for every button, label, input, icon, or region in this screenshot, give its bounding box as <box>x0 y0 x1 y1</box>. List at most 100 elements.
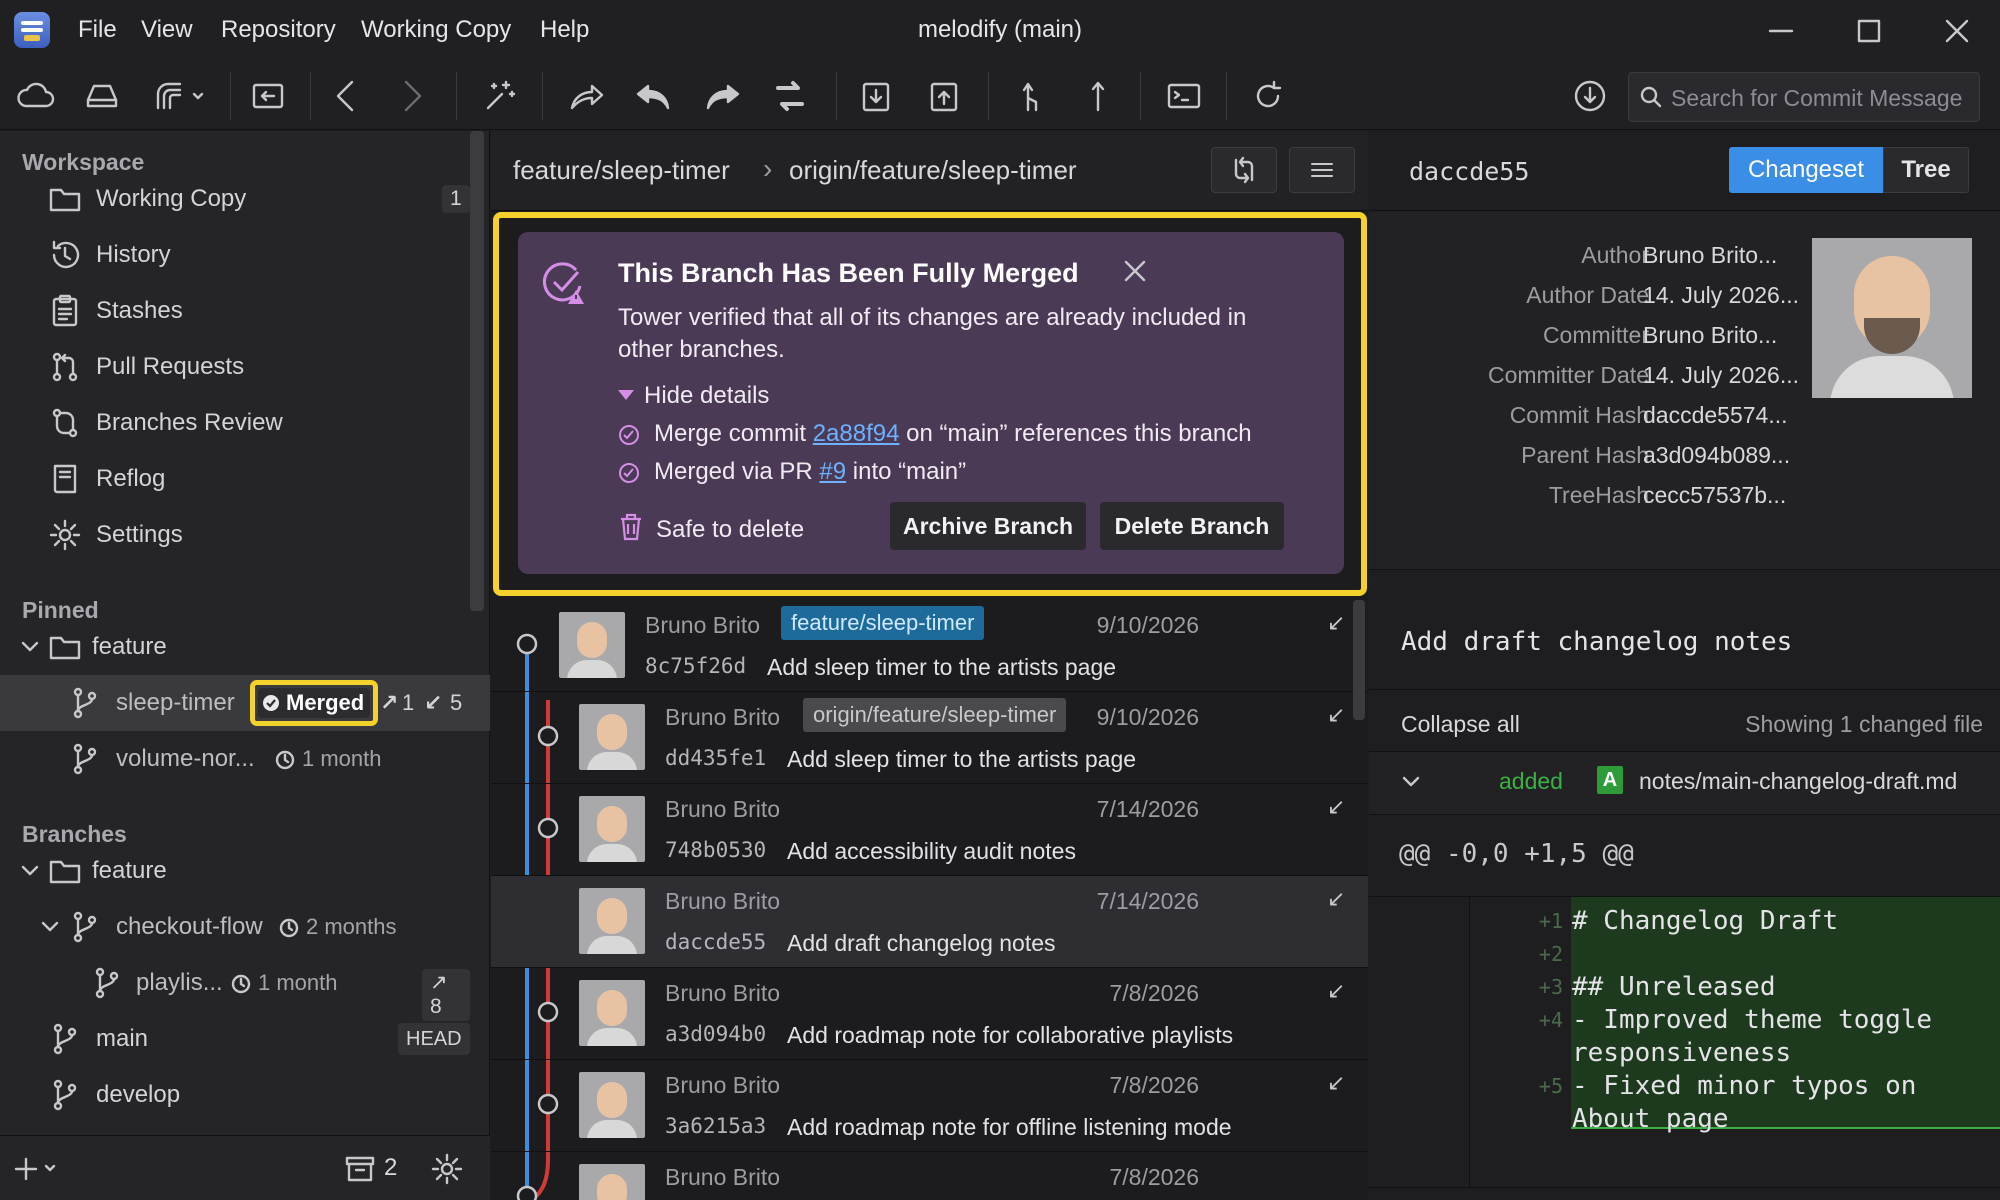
meta-label: Commit Hash <box>1509 402 1649 428</box>
merge-commit-text: Merge commit 2a88f94 on “main” reference… <box>654 420 1252 448</box>
commit-row-selected[interactable]: Bruno Brito 7/14/2026 ↙ daccde55 Add dra… <box>491 876 1368 968</box>
branch-item-main[interactable]: main HEAD <box>0 1011 470 1067</box>
file-header[interactable]: added A notes/main-changelog-draft.md <box>1369 752 2000 814</box>
sidebar-item-label: Settings <box>96 521 183 548</box>
commit-row[interactable]: Bruno Brito 7/8/2026 <box>491 1152 1368 1200</box>
toolbar: Search for Commit Message <box>0 62 2000 130</box>
forward-icon[interactable] <box>392 76 432 116</box>
meta-value: cecc57537b... <box>1643 482 1787 508</box>
branch-item-develop[interactable]: develop <box>0 1067 470 1123</box>
branch-item-volume-normalization[interactable]: volume-nor... 1 month <box>0 731 470 787</box>
services-menu-icon[interactable] <box>150 76 210 116</box>
sidebar-item-settings[interactable]: Settings <box>0 507 470 563</box>
commit-hash: a3d094b0 <box>665 1022 767 1046</box>
redo-icon[interactable] <box>702 76 742 116</box>
magic-icon[interactable] <box>480 76 520 116</box>
commit-row[interactable]: Bruno Brito 7/8/2026 ↙ 3a6215a3 Add road… <box>491 1060 1368 1152</box>
archive-icon[interactable] <box>344 1154 376 1184</box>
line-number: +1 <box>1538 909 1563 933</box>
tab-tree[interactable]: Tree <box>1883 147 1969 193</box>
close-window-icon[interactable] <box>1944 18 1970 44</box>
gear-icon[interactable] <box>430 1152 464 1186</box>
commit-row[interactable]: Bruno Brito feature/sleep-timer 9/10/202… <box>491 600 1368 692</box>
archive-branch-button[interactable]: Archive Branch <box>890 502 1086 550</box>
diff-line: ## Unreleased <box>1572 972 1776 1002</box>
sidebar-item-pull-requests[interactable]: Pull Requests <box>0 339 470 395</box>
merged-pr-check: Merged via PR #9 into “main” <box>618 456 1318 490</box>
pop-stash-icon[interactable] <box>924 76 964 116</box>
close-icon[interactable] <box>1122 258 1148 284</box>
download-icon[interactable] <box>1570 76 1610 116</box>
commit-row[interactable]: Bruno Brito 7/8/2026 ↙ a3d094b0 Add road… <box>491 968 1368 1060</box>
compare-button[interactable] <box>1211 147 1277 193</box>
sidebar-scrollbar[interactable] <box>470 131 484 611</box>
file-path[interactable]: notes/main-changelog-draft.md <box>1639 768 1957 795</box>
change-count-badge: 1 <box>442 185 470 213</box>
commit-row[interactable]: Bruno Brito origin/feature/sleep-timer 9… <box>491 692 1368 784</box>
breadcrumb-remote[interactable]: origin/feature/sleep-timer <box>789 155 1077 186</box>
search-input[interactable]: Search for Commit Message <box>1628 72 1980 122</box>
merge-commit-link[interactable]: 2a88f94 <box>813 420 900 447</box>
sidebar-item-label: Pull Requests <box>96 353 245 380</box>
sidebar-item-branches-review[interactable]: Branches Review <box>0 395 470 451</box>
branch-tag[interactable]: feature/sleep-timer <box>781 606 985 640</box>
changed-files-summary: Showing 1 changed file <box>1745 711 1983 737</box>
branches-review-icon <box>48 406 82 440</box>
commit-message: Add sleep timer to the artists page <box>787 746 1137 772</box>
refresh-icon[interactable] <box>1248 76 1288 116</box>
stash-icon[interactable] <box>856 76 896 116</box>
check1-prefix: Merge commit <box>654 420 813 447</box>
swap-icon[interactable] <box>770 76 810 116</box>
pinned-folder-feature[interactable]: feature <box>0 619 470 675</box>
branches-folder-feature[interactable]: feature <box>0 843 470 899</box>
chevron-down-icon <box>20 863 40 879</box>
undo-icon[interactable] <box>634 76 674 116</box>
branch-item-sleep-timer[interactable]: sleep-timer Merged ↗ 1 ↙ 5 <box>0 675 490 731</box>
maximize-icon[interactable] <box>1856 18 1882 44</box>
branch-item-checkout-flow[interactable]: checkout-flow 2 months <box>0 899 470 955</box>
avatar <box>579 980 645 1046</box>
share-icon[interactable] <box>566 76 606 116</box>
commit-author: Bruno Brito <box>665 1164 781 1190</box>
branch-age: 2 months <box>306 914 397 939</box>
branch-age: 1 month <box>258 970 338 995</box>
line-number: +2 <box>1538 942 1563 966</box>
branch-item-playlist[interactable]: playlis... 1 month ↗ 8 <box>0 955 470 1021</box>
avatar <box>579 796 645 862</box>
sidebar-item-working-copy[interactable]: Working Copy 1 <box>0 171 470 227</box>
terminal-icon[interactable] <box>1164 76 1204 116</box>
pull-icon[interactable] <box>1010 76 1050 116</box>
back-icon[interactable] <box>326 76 366 116</box>
remote-icon: ↙ <box>1327 978 1346 1003</box>
line-number: +4 <box>1538 1008 1563 1032</box>
sidebar-item-reflog[interactable]: Reflog <box>0 451 470 507</box>
commit-row[interactable]: Bruno Brito 7/14/2026 ↙ 748b0530 Add acc… <box>491 784 1368 876</box>
avatar <box>559 612 625 678</box>
pr-link[interactable]: #9 <box>819 458 846 485</box>
hide-details-toggle[interactable]: Hide details <box>618 382 818 414</box>
pull-request-icon <box>48 350 82 384</box>
push-icon[interactable] <box>1078 76 1118 116</box>
add-icon[interactable] <box>14 1156 58 1182</box>
list-menu-button[interactable] <box>1289 147 1355 193</box>
tab-changeset[interactable]: Changeset <box>1729 147 1883 193</box>
collapse-all-button[interactable]: Collapse all <box>1401 711 1520 738</box>
commit-meta: Author Bruno Brito... Author Date 14. July… <box>1369 212 2000 570</box>
avatar <box>579 888 645 954</box>
minimize-icon[interactable] <box>1768 18 1794 44</box>
commit-date: 9/10/2026 <box>1096 704 1199 730</box>
drive-icon[interactable] <box>82 76 122 116</box>
remote-icon: ↙ <box>1327 886 1346 911</box>
branch-tag[interactable]: origin/feature/sleep-timer <box>803 698 1067 732</box>
chevron-down-icon[interactable] <box>1401 774 1421 790</box>
breadcrumb-local[interactable]: feature/sleep-timer <box>513 155 730 186</box>
delete-branch-button[interactable]: Delete Branch <box>1100 502 1284 550</box>
meta-value: 14. July 2026... <box>1643 362 1799 388</box>
switch-repo-icon[interactable] <box>248 76 288 116</box>
merged-badge: Merged <box>258 688 370 718</box>
sidebar-item-stashes[interactable]: Stashes <box>0 283 470 339</box>
sidebar-item-history[interactable]: History <box>0 227 470 283</box>
line-number: +3 <box>1538 975 1563 999</box>
cloud-icon[interactable] <box>16 76 56 116</box>
commit-list-scrollbar[interactable] <box>1353 600 1365 720</box>
